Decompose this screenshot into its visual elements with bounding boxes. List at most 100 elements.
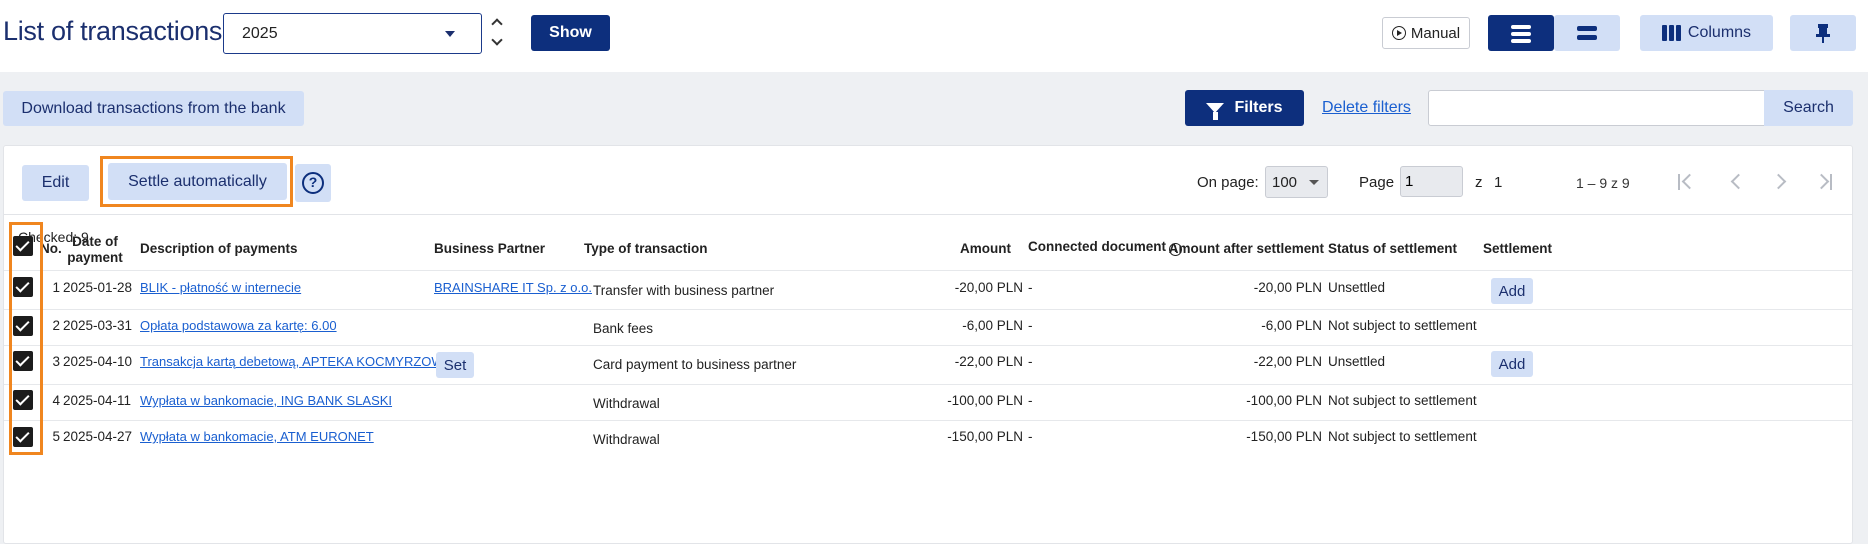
manual-label: Manual <box>1410 24 1461 42</box>
manual-button[interactable]: Manual <box>1382 17 1470 49</box>
compact-view-button[interactable] <box>1554 15 1620 51</box>
caret-down-icon <box>1309 180 1319 185</box>
row-description-link[interactable]: BLIK - płatność w internecie <box>140 280 301 295</box>
chevron-up-icon[interactable] <box>491 18 503 30</box>
row-amount: -100,00 PLN <box>947 393 1023 408</box>
row-amount: -22,00 PLN <box>954 354 1023 369</box>
row-type: Card payment to business partner <box>593 357 797 372</box>
page-title: List of transactions <box>3 16 223 46</box>
row-divider <box>4 345 1852 346</box>
page-label: Page <box>1359 174 1395 191</box>
row-divider <box>4 309 1852 310</box>
row-partner-link[interactable]: BRAINSHARE IT Sp. z o.o. <box>434 280 592 295</box>
row-divider <box>4 270 1852 271</box>
col-description[interactable]: Description of payments <box>140 241 298 256</box>
add-settlement-button[interactable]: Add <box>1491 278 1533 304</box>
first-page-icon[interactable] <box>1676 172 1698 192</box>
year-stepper[interactable] <box>491 14 505 54</box>
download-transactions-button[interactable]: Download transactions from the bank <box>3 91 304 126</box>
on-page-select[interactable]: 100 <box>1265 166 1328 198</box>
search-input[interactable] <box>1428 90 1765 126</box>
last-page-icon[interactable] <box>1813 172 1836 192</box>
row-divider <box>4 420 1852 421</box>
page-range: 1 – 9 z 9 <box>1576 175 1630 191</box>
row-status: Not subject to settlement <box>1328 429 1477 444</box>
row-no: 1 <box>52 280 60 295</box>
list-view-icon <box>1511 25 1531 46</box>
add-settlement-button[interactable]: Add <box>1491 351 1533 377</box>
search-button[interactable]: Search <box>1764 90 1853 126</box>
checkbox-highlight-box <box>9 222 43 455</box>
settle-automatically-button[interactable]: Settle automatically <box>108 163 287 200</box>
row-amount-after: -22,00 PLN <box>1253 354 1322 369</box>
row-connected: - <box>1028 318 1033 333</box>
page-number-input[interactable] <box>1400 166 1463 197</box>
help-icon: ? <box>302 172 324 194</box>
col-amount[interactable]: Amount <box>904 241 1011 256</box>
edit-button[interactable]: Edit <box>22 165 89 201</box>
row-date: 2025-04-10 <box>63 354 133 369</box>
columns-button[interactable]: Columns <box>1640 15 1773 51</box>
col-partner[interactable]: Business Partner <box>434 241 545 256</box>
compact-view-icon <box>1577 26 1597 44</box>
row-description-link[interactable]: Transakcja kartą debetową, APTEKA KOCMYR… <box>140 354 470 369</box>
columns-label: Columns <box>1687 24 1752 41</box>
row-type: Bank fees <box>593 321 654 336</box>
filters-label: Filters <box>1234 99 1283 116</box>
filters-button[interactable]: Filters <box>1185 90 1304 126</box>
row-status: Not subject to settlement <box>1328 393 1477 408</box>
row-no: 5 <box>52 429 60 444</box>
row-status: Not subject to settlement <box>1328 318 1477 333</box>
next-page-icon[interactable] <box>1770 172 1793 192</box>
row-date: 2025-04-11 <box>63 393 132 408</box>
year-select-value: 2025 <box>242 25 278 42</box>
row-connected: - <box>1028 429 1033 444</box>
delete-filters-link[interactable]: Delete filters <box>1322 99 1411 117</box>
row-amount: -150,00 PLN <box>947 429 1023 444</box>
row-no: 4 <box>52 393 60 408</box>
col-amount-after[interactable]: Amount after settlement <box>1164 241 1324 256</box>
row-no: 2 <box>52 318 60 333</box>
chevron-down-icon[interactable] <box>491 34 503 46</box>
funnel-icon <box>1206 103 1225 120</box>
col-settlement: Settlement <box>1483 241 1553 256</box>
on-page-label: On page: <box>1197 174 1259 191</box>
pin-icon <box>1816 24 1830 43</box>
row-amount-after: -150,00 PLN <box>1246 429 1322 444</box>
col-connected: Connected document i <box>1028 239 1183 256</box>
row-connected: - <box>1028 393 1033 408</box>
row-divider <box>4 384 1852 385</box>
row-status: Unsettled <box>1328 354 1386 369</box>
row-amount: -20,00 PLN <box>954 280 1023 295</box>
help-button[interactable]: ? <box>295 164 331 202</box>
list-view-button[interactable] <box>1488 15 1554 51</box>
prev-page-icon[interactable] <box>1727 172 1749 192</box>
row-type: Transfer with business partner <box>593 283 775 298</box>
col-date: Date of payment <box>67 234 123 265</box>
row-amount-after: -6,00 PLN <box>1261 318 1322 333</box>
caret-down-icon <box>445 31 455 37</box>
col-type[interactable]: Type of transaction <box>584 241 708 256</box>
row-description-link[interactable]: Opłata podstawowa za kartę: 6.00 <box>140 318 337 333</box>
pin-button[interactable] <box>1790 15 1856 51</box>
row-connected: - <box>1028 354 1033 369</box>
col-no: No. <box>40 241 62 256</box>
row-type: Withdrawal <box>593 432 660 447</box>
row-status: Unsettled <box>1328 280 1386 295</box>
row-date: 2025-04-27 <box>63 429 133 444</box>
col-connected-label: Connected document <box>1028 239 1167 254</box>
col-status[interactable]: Status of settlement <box>1328 241 1457 256</box>
row-description-link[interactable]: Wypłata w bankomacie, ING BANK SLASKI <box>140 393 392 408</box>
row-date: 2025-03-31 <box>63 318 133 333</box>
row-description-link[interactable]: Wypłata w bankomacie, ATM EURONET <box>140 429 374 444</box>
transactions-panel: Edit Settle automatically ? On page: 100… <box>3 145 1853 544</box>
year-select[interactable]: 2025 <box>223 13 482 54</box>
on-page-value: 100 <box>1272 174 1298 191</box>
row-amount: -6,00 PLN <box>962 318 1023 333</box>
row-type: Withdrawal <box>593 396 660 411</box>
top-bar: List of transactions 2025 Show Manual Co… <box>0 0 1868 72</box>
show-button[interactable]: Show <box>531 15 610 51</box>
row-amount-after: -100,00 PLN <box>1246 393 1322 408</box>
set-partner-button[interactable]: Set <box>436 352 474 378</box>
play-icon <box>1391 26 1406 40</box>
